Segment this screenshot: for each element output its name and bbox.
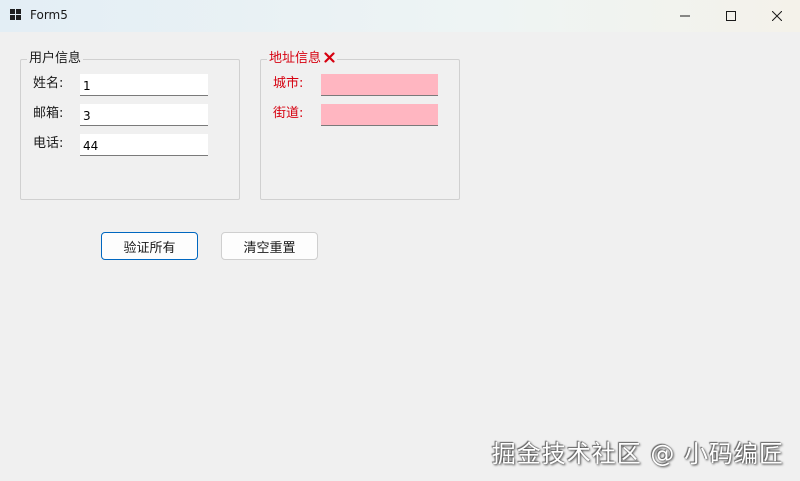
window-title: Form5: [30, 8, 68, 22]
city-input[interactable]: [321, 74, 438, 96]
watermark-text: 掘金技术社区 @ 小码编匠: [491, 440, 784, 468]
city-label: 城市:: [273, 76, 304, 91]
app-windows-icon: [10, 9, 21, 20]
address-info-group-title-text: 地址信息: [269, 51, 322, 66]
maximize-icon: [726, 11, 736, 21]
clear-reset-button[interactable]: 清空重置: [221, 232, 318, 260]
street-label: 街道:: [273, 106, 304, 121]
email-label: 邮箱:: [33, 106, 64, 121]
close-button[interactable]: [754, 0, 800, 32]
email-input[interactable]: [80, 104, 208, 126]
minimize-icon: [680, 15, 690, 17]
close-icon: [772, 11, 782, 21]
name-label: 姓名:: [33, 76, 64, 91]
name-input[interactable]: [80, 74, 208, 96]
form-window: Form5 用户信息 姓名: 邮箱: 电话: 地址信息: [0, 0, 800, 481]
street-input[interactable]: [321, 104, 438, 126]
maximize-button[interactable]: [708, 0, 754, 32]
phone-input[interactable]: [80, 134, 208, 156]
address-info-group-title: 地址信息: [267, 51, 338, 67]
phone-label: 电话:: [33, 136, 64, 151]
minimize-button[interactable]: [662, 0, 708, 32]
error-x-icon: [324, 52, 335, 63]
user-info-group-title: 用户信息: [27, 51, 84, 67]
title-bar[interactable]: Form5: [0, 0, 800, 32]
validate-all-button[interactable]: 验证所有: [101, 232, 198, 260]
